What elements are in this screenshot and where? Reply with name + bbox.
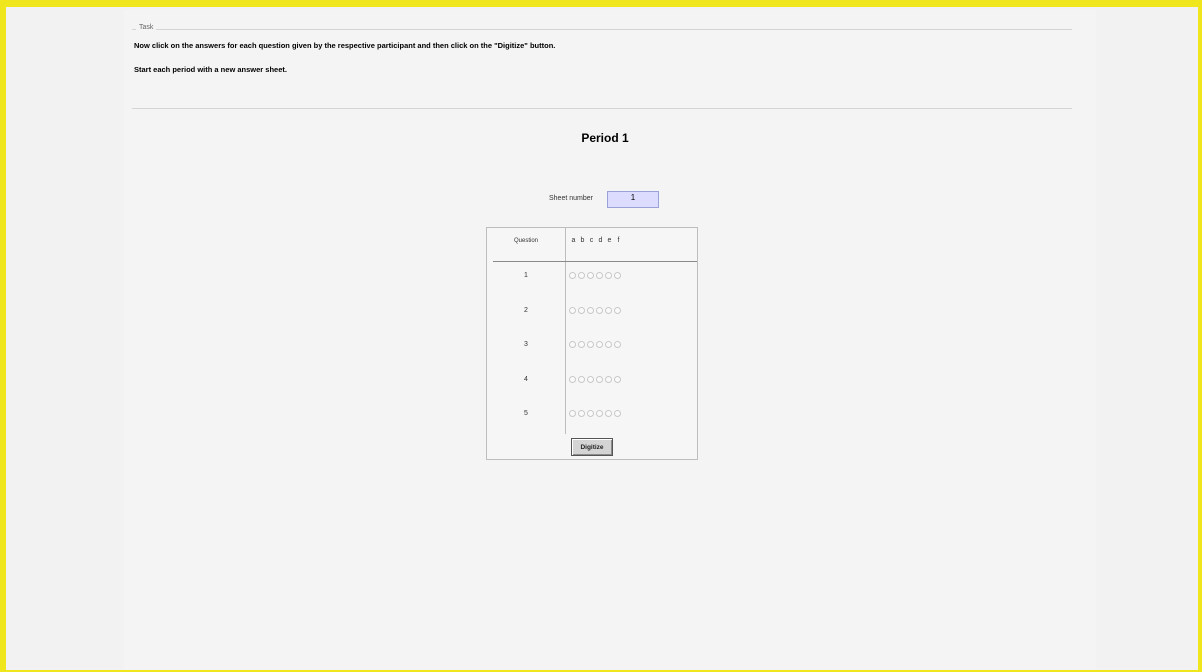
answer-radio-f[interactable]	[614, 307, 621, 314]
answer-options	[569, 376, 623, 383]
answer-radio-d[interactable]	[596, 410, 603, 417]
page-title: Period 1	[581, 131, 629, 145]
answer-radio-d[interactable]	[596, 307, 603, 314]
answer-radio-b[interactable]	[578, 307, 585, 314]
answer-radio-d[interactable]	[596, 341, 603, 348]
answer-radio-f[interactable]	[614, 341, 621, 348]
answer-letter-c: c	[589, 237, 594, 244]
answer-radio-b[interactable]	[578, 272, 585, 279]
answer-radio-c[interactable]	[587, 410, 594, 417]
answer-radio-e[interactable]	[605, 376, 612, 383]
answer-radio-d[interactable]	[596, 376, 603, 383]
answer-letter-f: f	[617, 237, 620, 244]
question-number: 2	[524, 307, 528, 314]
answer-options	[569, 410, 623, 417]
answer-letter-b: b	[580, 237, 585, 244]
task-fieldset: Task Now click on the answers for each q…	[132, 24, 1072, 109]
question-column-header: Question	[513, 238, 538, 244]
answer-radio-c[interactable]	[587, 341, 594, 348]
answer-radio-d[interactable]	[596, 272, 603, 279]
answer-options	[569, 307, 623, 314]
task-instruction-2: Start each period with a new answer shee…	[134, 65, 287, 74]
answer-radio-b[interactable]	[578, 376, 585, 383]
question-number: 3	[524, 341, 528, 348]
answer-table: Question a b c d e f 1 2 3 4 5 Digitize	[486, 227, 698, 460]
answer-letter-a: a	[571, 237, 576, 244]
answer-radio-f[interactable]	[614, 410, 621, 417]
answer-radio-b[interactable]	[578, 410, 585, 417]
answer-radio-b[interactable]	[578, 341, 585, 348]
question-number: 1	[524, 272, 528, 279]
question-row: 4	[487, 374, 697, 388]
answer-letter-d: d	[598, 237, 603, 244]
sheet-number-label: Sheet number	[549, 195, 593, 202]
answer-radio-e[interactable]	[605, 272, 612, 279]
task-legend: Task	[136, 24, 157, 31]
question-row: 5	[487, 408, 697, 422]
question-row: 1	[487, 270, 697, 284]
answer-radio-e[interactable]	[605, 410, 612, 417]
answer-radio-a[interactable]	[569, 410, 576, 417]
answer-options	[569, 272, 623, 279]
answer-radio-c[interactable]	[587, 376, 594, 383]
sheet-number-input[interactable]	[607, 191, 659, 208]
answer-radio-f[interactable]	[614, 272, 621, 279]
question-row: 3	[487, 339, 697, 353]
question-row: 2	[487, 305, 697, 319]
answer-radio-a[interactable]	[569, 272, 576, 279]
answer-radio-a[interactable]	[569, 307, 576, 314]
answer-radio-a[interactable]	[569, 376, 576, 383]
answer-options	[569, 341, 623, 348]
digitize-button[interactable]: Digitize	[571, 438, 613, 456]
task-instruction-1: Now click on the answers for each questi…	[134, 41, 556, 50]
answer-letters-header: a b c d e f	[569, 237, 623, 244]
answer-radio-f[interactable]	[614, 376, 621, 383]
column-divider	[565, 228, 566, 434]
answer-radio-e[interactable]	[605, 341, 612, 348]
answer-radio-c[interactable]	[587, 307, 594, 314]
answer-letter-e: e	[607, 237, 612, 244]
answer-radio-a[interactable]	[569, 341, 576, 348]
answer-radio-e[interactable]	[605, 307, 612, 314]
header-divider	[493, 261, 697, 262]
question-number: 5	[524, 410, 528, 417]
answer-radio-c[interactable]	[587, 272, 594, 279]
question-number: 4	[524, 376, 528, 383]
